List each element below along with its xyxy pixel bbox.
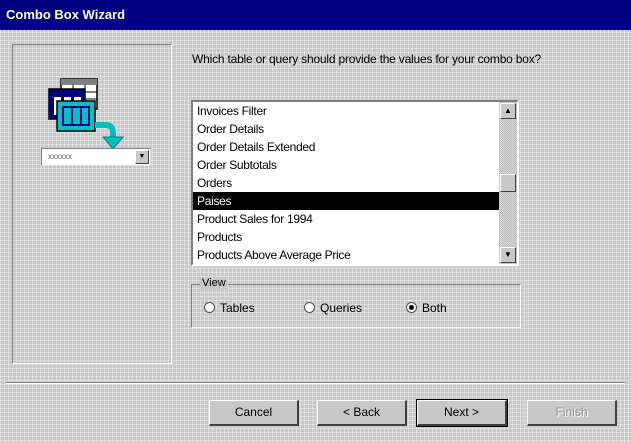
list-item[interactable]: Order Details bbox=[193, 120, 499, 138]
list-items: Invoices Filter Order Details Order Detail… bbox=[193, 102, 499, 264]
list-item[interactable]: Orders bbox=[193, 174, 499, 192]
radio-both-label: Both bbox=[422, 301, 447, 315]
scroll-up-arrow-icon[interactable]: ▲ bbox=[500, 103, 516, 119]
separator bbox=[6, 382, 625, 384]
window-title: Combo Box Wizard bbox=[6, 7, 126, 22]
sample-combo-value: xxxxxx bbox=[48, 152, 72, 161]
back-button[interactable]: < Back bbox=[317, 400, 407, 426]
view-group: View Tables Queries Both bbox=[191, 277, 521, 328]
title-bar: Combo Box Wizard bbox=[0, 0, 631, 30]
list-item[interactable]: Paises bbox=[193, 192, 499, 210]
vertical-scrollbar[interactable]: ▲ ▼ bbox=[499, 102, 517, 264]
tables-queries-listbox[interactable]: Invoices Filter Order Details Order Detail… bbox=[191, 100, 519, 266]
radio-queries-label: Queries bbox=[320, 301, 363, 315]
illustration-panel: xxxxxx ▼ bbox=[12, 44, 172, 364]
list-item[interactable]: Products Above Average Price bbox=[193, 246, 499, 264]
radio-button-icon[interactable] bbox=[304, 302, 315, 313]
list-item[interactable]: Order Subtotals bbox=[193, 156, 499, 174]
scroll-down-arrow-icon[interactable]: ▼ bbox=[500, 247, 516, 263]
list-item[interactable]: Product Sales for 1994 bbox=[193, 210, 499, 228]
list-item[interactable]: Products bbox=[193, 228, 499, 246]
radio-queries[interactable]: Queries bbox=[304, 300, 362, 316]
list-item[interactable]: Invoices Filter bbox=[193, 102, 499, 120]
combo-box-wizard-window: Combo Box Wizard xxxxxx ▼ Which table or… bbox=[0, 0, 631, 442]
view-legend: View bbox=[200, 277, 228, 289]
question-label: Which table or query should provide the … bbox=[192, 52, 541, 66]
radio-both[interactable]: Both bbox=[406, 300, 447, 316]
list-item[interactable]: Order Details Extended bbox=[193, 138, 499, 156]
finish-button[interactable]: Finish bbox=[527, 400, 617, 426]
radio-tables-label: Tables bbox=[220, 301, 255, 315]
cancel-button[interactable]: Cancel bbox=[209, 400, 299, 426]
scroll-thumb[interactable] bbox=[500, 174, 516, 192]
radio-button-icon[interactable] bbox=[204, 302, 215, 313]
next-button[interactable]: Next > bbox=[416, 399, 508, 427]
sample-combo-box: xxxxxx ▼ bbox=[41, 148, 151, 166]
radio-button-icon[interactable] bbox=[406, 302, 417, 313]
radio-tables[interactable]: Tables bbox=[204, 300, 255, 316]
combo-dropdown-arrow-icon: ▼ bbox=[135, 150, 149, 164]
